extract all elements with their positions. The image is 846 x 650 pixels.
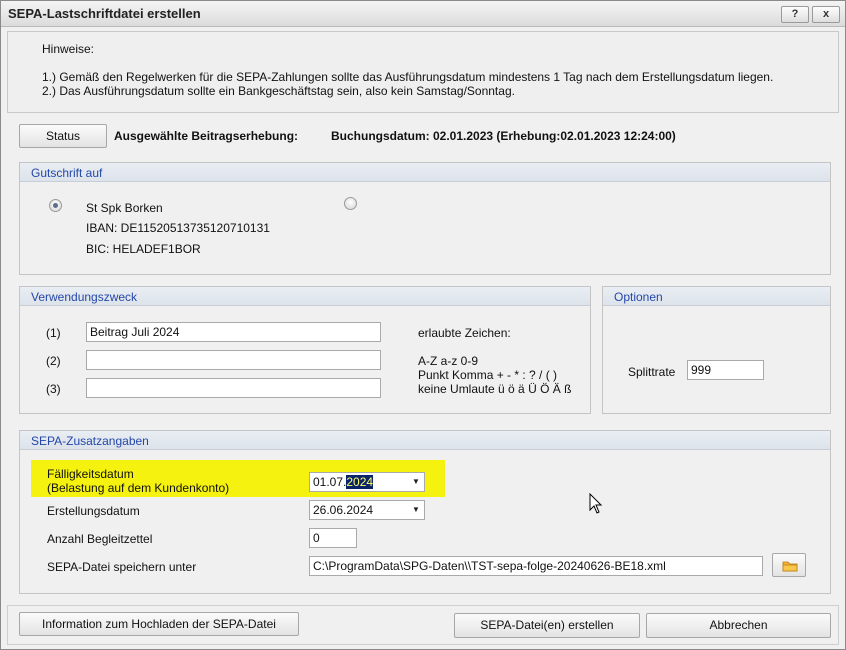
- save-path-input[interactable]: C:\ProgramData\SPG-Daten\\TST-sepa-folge…: [309, 556, 763, 576]
- splittrate-input-value: 999: [691, 363, 712, 377]
- gutschrift-header: Gutschrift auf: [20, 163, 830, 182]
- verwendungszweck-title: Verwendungszweck: [31, 290, 138, 304]
- sepa-zusatz-header: SEPA-Zusatzangaben: [20, 431, 830, 450]
- window-title: SEPA-Lastschriftdatei erstellen: [8, 6, 201, 21]
- hints-panel: Hinweise: 1.) Gemäß den Regelwerken für …: [7, 31, 839, 113]
- gutschrift-group: Gutschrift auf St Spk Borken IBAN: DE115…: [19, 162, 831, 275]
- upload-info-button[interactable]: Information zum Hochladen der SEPA-Datei: [19, 612, 299, 636]
- hints-heading: Hinweise:: [42, 42, 95, 56]
- due-date-value-prefix: 01.07.: [313, 475, 347, 489]
- status-button[interactable]: Status: [19, 124, 107, 148]
- purpose-input-1[interactable]: Beitrag Juli 2024: [86, 322, 381, 342]
- due-date-combo[interactable]: 01.07.2024 ▼: [309, 472, 425, 492]
- mouse-cursor-icon: [589, 493, 603, 514]
- splittrate-input[interactable]: 999: [687, 360, 764, 380]
- allowed-chars-heading: erlaubte Zeichen:: [418, 326, 511, 340]
- purpose-row-3-label: (3): [46, 382, 61, 396]
- booking-info: Buchungsdatum: 02.01.2023 (Erhebung:02.0…: [331, 129, 676, 143]
- create-sepa-label: SEPA-Datei(en) erstellen: [480, 618, 614, 632]
- slip-count-input[interactable]: 0: [309, 528, 357, 548]
- save-path-value: C:\ProgramData\SPG-Daten\\TST-sepa-folge…: [313, 559, 666, 573]
- upload-info-label: Information zum Hochladen der SEPA-Datei: [42, 617, 276, 631]
- verwendungszweck-group: Verwendungszweck (1) Beitrag Juli 2024 (…: [19, 286, 591, 414]
- optionen-header: Optionen: [603, 287, 830, 306]
- hint-line-1: 1.) Gemäß den Regelwerken für die SEPA-Z…: [42, 70, 774, 84]
- purpose-row-2-label: (2): [46, 354, 61, 368]
- due-date-value-selected: 2024: [346, 475, 374, 489]
- due-date-label-1: Fälligkeitsdatum: [47, 467, 134, 481]
- sepa-zusatz-title: SEPA-Zusatzangaben: [31, 434, 149, 448]
- due-date-dropdown-icon[interactable]: ▼: [408, 473, 424, 491]
- close-button[interactable]: x: [812, 6, 840, 23]
- creation-date-value: 26.06.2024: [313, 503, 374, 517]
- title-bar[interactable]: SEPA-Lastschriftdatei erstellen ? x: [1, 1, 845, 27]
- cancel-button[interactable]: Abbrechen: [646, 613, 831, 638]
- verwendungszweck-header: Verwendungszweck: [20, 287, 590, 306]
- status-button-label: Status: [45, 129, 81, 143]
- optionen-group: Optionen Splittrate 999: [602, 286, 831, 414]
- splittrate-label: Splittrate: [628, 365, 676, 379]
- creation-date-combo[interactable]: 26.06.2024 ▼: [309, 500, 425, 520]
- sepa-dialog-window: SEPA-Lastschriftdatei erstellen ? x Hinw…: [0, 0, 846, 650]
- save-path-label: SEPA-Datei speichern unter: [47, 560, 197, 574]
- gutschrift-title: Gutschrift auf: [31, 166, 103, 180]
- cancel-label: Abbrechen: [709, 618, 768, 632]
- allowed-chars-line-2: Punkt Komma + - * : ? / ( ): [418, 368, 558, 382]
- selected-collection-label: Ausgewählte Beitragserhebung:: [114, 129, 299, 143]
- folder-icon: [782, 561, 798, 572]
- hint-line-2: 2.) Das Ausführungsdatum sollte ein Bank…: [42, 84, 515, 98]
- account-radio-2[interactable]: [344, 197, 357, 210]
- bank-name: St Spk Borken: [86, 201, 163, 215]
- bank-iban: IBAN: DE11520513735120710131: [86, 221, 270, 235]
- purpose-input-1-value: Beitrag Juli 2024: [90, 325, 180, 339]
- slip-count-label: Anzahl Begleitzettel: [47, 532, 153, 546]
- optionen-title: Optionen: [614, 290, 663, 304]
- create-sepa-button[interactable]: SEPA-Datei(en) erstellen: [454, 613, 640, 638]
- help-button[interactable]: ?: [781, 6, 809, 23]
- bank-bic: BIC: HELADEF1BOR: [86, 242, 201, 256]
- allowed-chars-line-1: A-Z a-z 0-9: [418, 354, 479, 368]
- browse-folder-button[interactable]: [772, 553, 806, 577]
- allowed-chars-line-3: keine Umlaute ü ö ä Ü Ö Ä ß: [418, 382, 572, 396]
- purpose-row-1-label: (1): [46, 326, 61, 340]
- account-radio-1[interactable]: [49, 199, 62, 212]
- purpose-input-2[interactable]: [86, 350, 381, 370]
- due-date-label-2: (Belastung auf dem Kundenkonto): [47, 481, 230, 495]
- creation-date-label: Erstellungsdatum: [47, 504, 140, 518]
- creation-date-dropdown-icon[interactable]: ▼: [408, 501, 424, 519]
- purpose-input-3[interactable]: [86, 378, 381, 398]
- slip-count-value: 0: [313, 531, 320, 545]
